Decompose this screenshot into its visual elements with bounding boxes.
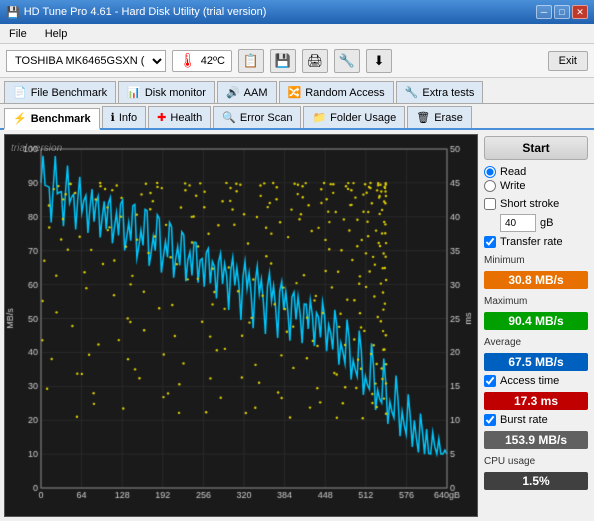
right-panel: Start Read Write Short stroke gB Transfe… xyxy=(482,134,590,517)
write-radio[interactable] xyxy=(484,180,496,192)
short-stroke-input[interactable] xyxy=(500,214,536,232)
chart-container: trial version xyxy=(4,134,478,517)
tab-aam[interactable]: 🔊 AAM xyxy=(217,81,277,103)
tab-extra-tests[interactable]: 🔧 Extra tests xyxy=(396,81,484,103)
average-label: Average xyxy=(484,337,588,348)
benchmark-chart xyxy=(5,135,477,516)
temperature-icon: 🌡 xyxy=(179,52,197,69)
transfer-rate-checkbox[interactable] xyxy=(484,236,496,248)
erase-icon: 🗑 xyxy=(416,111,430,124)
aam-icon: 🔊 xyxy=(226,86,240,99)
start-button[interactable]: Start xyxy=(484,136,588,160)
extra-tests-icon: 🔧 xyxy=(405,86,419,99)
gb-label: gB xyxy=(540,217,553,229)
write-label: Write xyxy=(500,180,525,192)
folder-usage-icon: 📁 xyxy=(312,111,326,124)
tab-erase[interactable]: 🗑 Erase xyxy=(407,106,472,128)
write-radio-row: Write xyxy=(484,180,588,192)
toolbar-btn-5[interactable]: ⬇ xyxy=(366,49,392,73)
average-value: 67.5 MB/s xyxy=(484,353,588,371)
short-stroke-label: Short stroke xyxy=(500,198,559,210)
short-stroke-row: Short stroke xyxy=(484,198,588,210)
access-time-checkbox[interactable] xyxy=(484,375,496,387)
maximum-value: 90.4 MB/s xyxy=(484,312,588,330)
burst-rate-row: Burst rate xyxy=(484,414,588,426)
temperature-display: 🌡 42ºC xyxy=(172,50,232,72)
toolbar-btn-4[interactable]: 🔧 xyxy=(334,49,360,73)
tab-random-access[interactable]: 🔀 Random Access xyxy=(279,81,394,103)
toolbar-btn-3[interactable]: 🖨 xyxy=(302,49,328,73)
toolbar-btn-2[interactable]: 💾 xyxy=(270,49,296,73)
short-stroke-checkbox[interactable] xyxy=(484,198,496,210)
access-time-value: 17.3 ms xyxy=(484,392,588,410)
error-scan-icon: 🔍 xyxy=(222,111,236,124)
transfer-rate-label: Transfer rate xyxy=(500,236,563,248)
window-title: HD Tune Pro 4.61 - Hard Disk Utility (tr… xyxy=(24,6,267,18)
burst-rate-checkbox[interactable] xyxy=(484,414,496,426)
read-radio[interactable] xyxy=(484,166,496,178)
menu-bar: File Help xyxy=(0,24,594,44)
title-bar-left: 💾 HD Tune Pro 4.61 - Hard Disk Utility (… xyxy=(6,6,266,19)
short-stroke-value-row: gB xyxy=(500,214,588,232)
minimum-value: 30.8 MB/s xyxy=(484,271,588,289)
random-access-icon: 🔀 xyxy=(288,86,302,99)
read-label: Read xyxy=(500,166,526,178)
cpu-usage-label: CPU usage xyxy=(484,456,588,467)
burst-rate-value: 153.9 MB/s xyxy=(484,431,588,449)
disk-monitor-icon: 📊 xyxy=(127,86,141,99)
title-bar-buttons: ─ □ ✕ xyxy=(536,5,588,19)
tab-row-1: 📄 File Benchmark 📊 Disk monitor 🔊 AAM 🔀 … xyxy=(0,78,594,104)
close-button[interactable]: ✕ xyxy=(572,5,588,19)
toolbar: TOSHIBA MK6465GSXN (640 gB) 🌡 42ºC 📋 💾 🖨… xyxy=(0,44,594,78)
tab-error-scan[interactable]: 🔍 Error Scan xyxy=(213,106,301,128)
minimum-label: Minimum xyxy=(484,255,588,266)
drive-selector[interactable]: TOSHIBA MK6465GSXN (640 gB) xyxy=(6,50,166,72)
tab-health[interactable]: ✚ Health xyxy=(148,106,211,128)
title-bar: 💾 HD Tune Pro 4.61 - Hard Disk Utility (… xyxy=(0,0,594,24)
maximum-label: Maximum xyxy=(484,296,588,307)
exit-button[interactable]: Exit xyxy=(548,51,588,71)
temperature-value: 42ºC xyxy=(201,55,225,67)
read-radio-row: Read xyxy=(484,166,588,178)
app-icon: 💾 xyxy=(6,6,20,19)
access-time-label: Access time xyxy=(500,375,559,387)
cpu-usage-value: 1.5% xyxy=(484,472,588,490)
maximize-button[interactable]: □ xyxy=(554,5,570,19)
tab-info[interactable]: ℹ Info xyxy=(102,106,147,128)
read-write-group: Read Write xyxy=(484,164,588,194)
transfer-rate-row: Transfer rate xyxy=(484,236,588,248)
toolbar-btn-1[interactable]: 📋 xyxy=(238,49,264,73)
benchmark-icon: ⚡ xyxy=(13,112,27,125)
tab-row-2: ⚡ Benchmark ℹ Info ✚ Health 🔍 Error Scan… xyxy=(0,104,594,130)
menu-file[interactable]: File xyxy=(6,27,30,41)
tab-folder-usage[interactable]: 📁 Folder Usage xyxy=(303,106,405,128)
main-content: trial version Start Read Write Short str… xyxy=(0,130,594,521)
info-icon: ℹ xyxy=(111,111,115,124)
access-time-row: Access time xyxy=(484,375,588,387)
menu-help[interactable]: Help xyxy=(42,27,71,41)
file-benchmark-icon: 📄 xyxy=(13,86,27,99)
burst-rate-label: Burst rate xyxy=(500,414,548,426)
tab-file-benchmark[interactable]: 📄 File Benchmark xyxy=(4,81,116,103)
tab-disk-monitor[interactable]: 📊 Disk monitor xyxy=(118,81,215,103)
minimize-button[interactable]: ─ xyxy=(536,5,552,19)
tab-benchmark[interactable]: ⚡ Benchmark xyxy=(4,108,100,130)
health-icon: ✚ xyxy=(157,111,166,124)
